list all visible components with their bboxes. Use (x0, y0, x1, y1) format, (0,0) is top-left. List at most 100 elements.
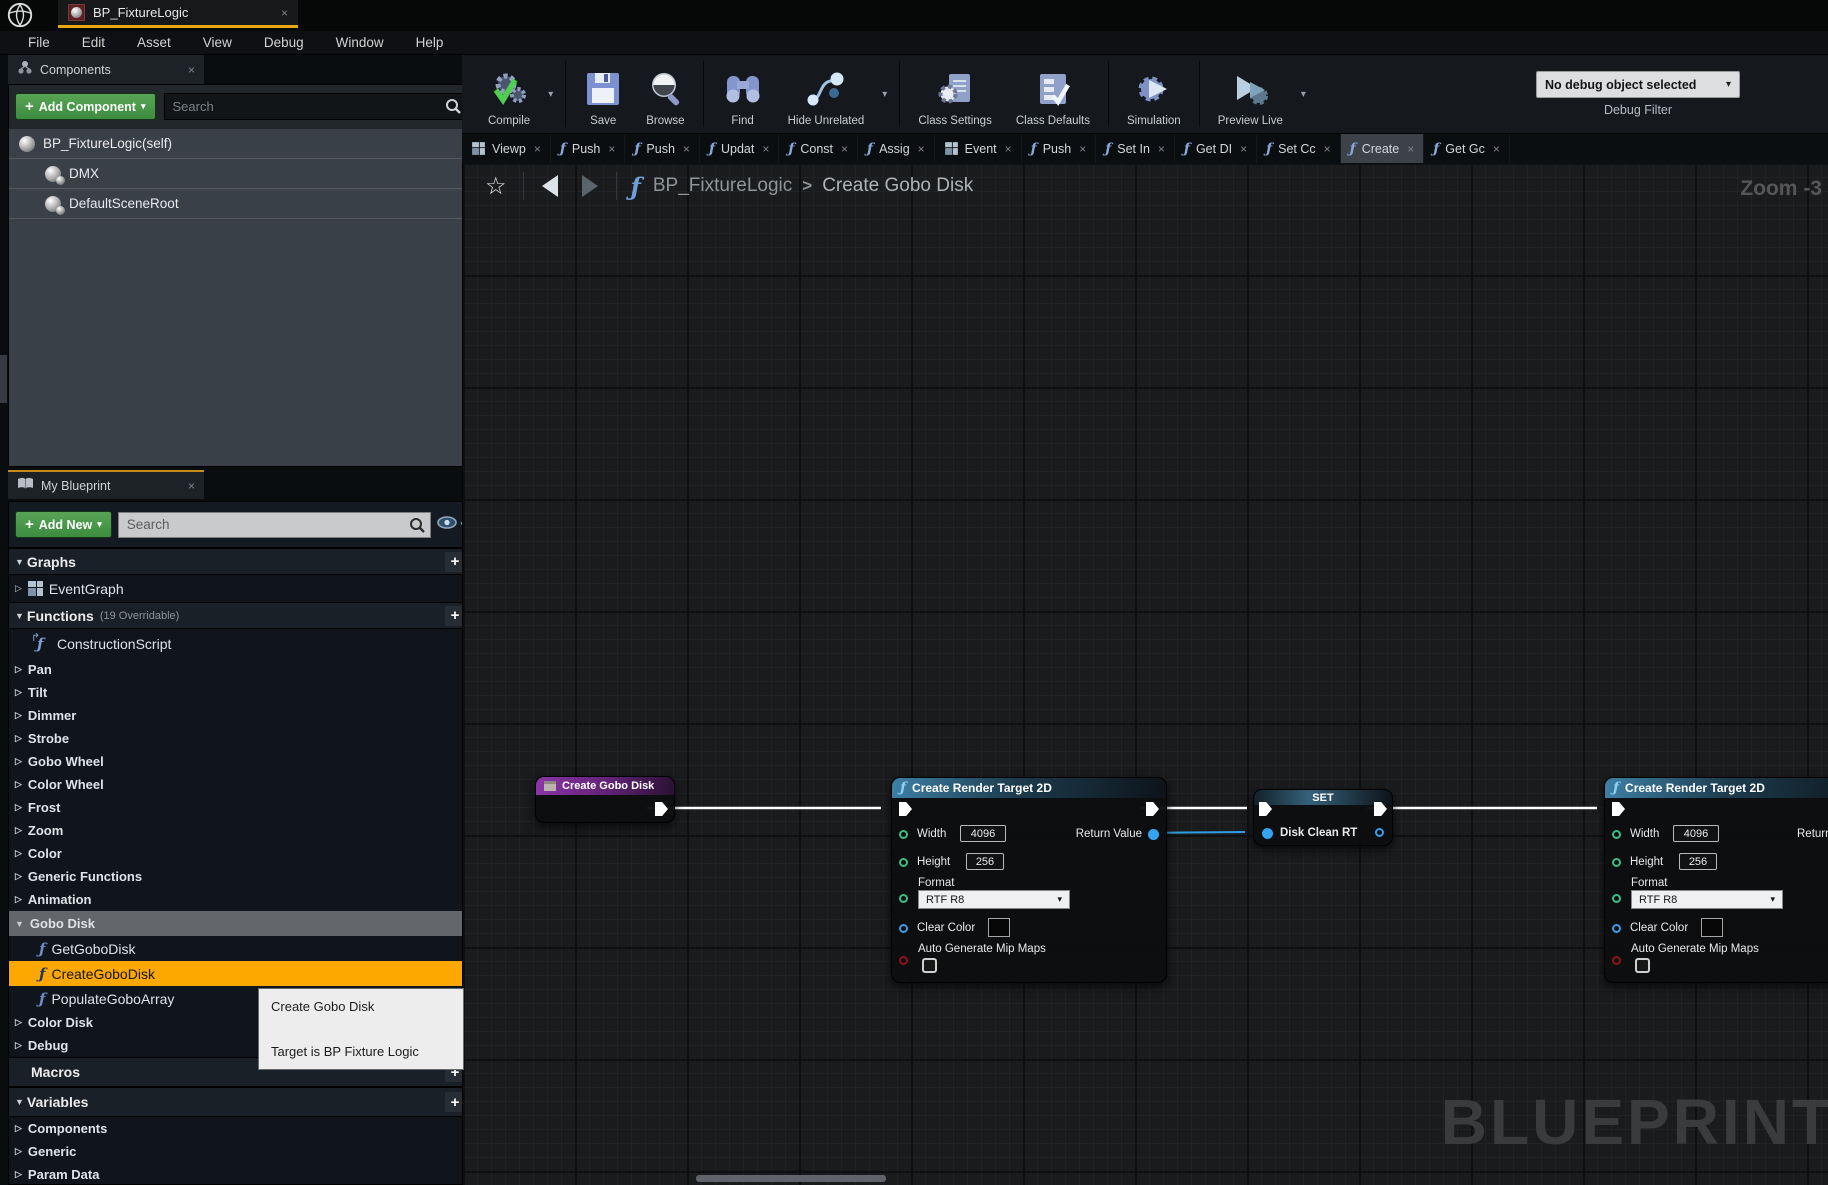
close-icon[interactable]: × (1493, 142, 1500, 156)
category-color-wheel[interactable]: ▷Color Wheel (9, 773, 473, 796)
list-item-eventgraph[interactable]: ▷ EventGraph (9, 575, 473, 602)
node-create-gobo-disk[interactable]: Create Gobo Disk (535, 776, 675, 823)
tree-row-self[interactable]: BP_FixtureLogic(self) (9, 129, 473, 159)
menu-file[interactable]: File (12, 35, 66, 50)
category-strobe[interactable]: ▷Strobe (9, 727, 473, 750)
collapsed-arrow-icon[interactable]: ▷ (15, 583, 22, 594)
section-functions[interactable]: ▼ Functions (19 Overridable) + (9, 602, 473, 629)
graph-tab-get-di[interactable]: ƒGet DI× (1175, 134, 1257, 163)
menu-debug[interactable]: Debug (248, 35, 320, 50)
format-dropdown[interactable]: RTF R8 ▾ (918, 890, 1070, 909)
exec-in-pin[interactable] (899, 802, 912, 816)
menu-edit[interactable]: Edit (66, 35, 121, 50)
exec-out-pin[interactable] (655, 802, 668, 816)
node-header[interactable]: ƒ Create Render Target 2D (1605, 778, 1828, 798)
graph-tab-set-in[interactable]: ƒSet In× (1096, 134, 1175, 163)
hide-unrelated-caret[interactable]: ▾ (876, 89, 893, 100)
graph-tab-create-active[interactable]: ƒCreate× (1341, 134, 1425, 163)
category-gobo-wheel[interactable]: ▷Gobo Wheel (9, 750, 473, 773)
close-icon[interactable]: × (683, 142, 690, 156)
format-pin[interactable] (899, 894, 908, 903)
close-icon[interactable]: × (762, 142, 769, 156)
category-frost[interactable]: ▷Frost (9, 796, 473, 819)
category-animation[interactable]: ▷Animation (9, 888, 473, 911)
graph-tab-set-co[interactable]: ƒSet Cc× (1257, 134, 1341, 163)
components-search-input[interactable] (164, 93, 467, 120)
close-icon[interactable]: × (1079, 142, 1086, 156)
category-zoom[interactable]: ▷Zoom (9, 819, 473, 842)
width-pin[interactable] (1612, 830, 1621, 839)
width-value-input[interactable]: 4096 (960, 825, 1006, 842)
width-pin[interactable] (899, 830, 908, 839)
graph-tab-assign[interactable]: ƒAssig× (858, 134, 935, 163)
mipmaps-checkbox[interactable] (1635, 958, 1650, 973)
section-graphs[interactable]: ▼ Graphs + (9, 548, 473, 575)
set-value-pin[interactable] (1262, 828, 1273, 839)
menu-help[interactable]: Help (400, 35, 460, 50)
compile-button[interactable]: Compile (476, 55, 542, 133)
format-pin[interactable] (1612, 894, 1621, 903)
menu-window[interactable]: Window (320, 35, 400, 50)
graph-tab-const[interactable]: ƒConst× (779, 134, 858, 163)
tab-components[interactable]: Components × (8, 55, 204, 84)
set-output-pin[interactable] (1375, 828, 1384, 837)
category-pan[interactable]: ▷Pan (9, 658, 473, 681)
favorite-star-icon[interactable]: ☆ (475, 172, 517, 201)
graph-tab-viewport[interactable]: Viewp× (462, 134, 551, 163)
mipmaps-pin[interactable] (899, 956, 908, 965)
hide-unrelated-button[interactable]: Hide Unrelated (776, 55, 877, 133)
close-icon[interactable]: × (918, 142, 925, 156)
variables-category-components[interactable]: ▷Components (9, 1117, 473, 1140)
clear-color-pin[interactable] (1612, 924, 1621, 933)
close-icon[interactable]: × (281, 6, 288, 20)
tab-my-blueprint[interactable]: My Blueprint × (8, 470, 204, 499)
category-color[interactable]: ▷Color (9, 842, 473, 865)
variables-category-generic[interactable]: ▷Generic (9, 1140, 473, 1163)
node-header[interactable]: SET (1254, 790, 1392, 805)
class-defaults-button[interactable]: Class Defaults (1004, 55, 1102, 133)
close-icon[interactable]: × (1324, 142, 1331, 156)
height-value-input[interactable]: 256 (1679, 853, 1717, 870)
height-pin[interactable] (899, 858, 908, 867)
find-button[interactable]: Find (710, 55, 776, 133)
blueprint-graph-canvas[interactable]: ☆ ƒ BP_FixtureLogic > Create Gobo Disk Z… (462, 163, 1828, 1185)
height-value-input[interactable]: 256 (966, 853, 1004, 870)
node-header[interactable]: Create Gobo Disk (536, 777, 674, 795)
mipmaps-checkbox[interactable] (922, 958, 937, 973)
function-create-gobo-disk-selected[interactable]: ƒ CreateGoboDisk (9, 961, 473, 986)
forward-arrow-icon[interactable] (582, 175, 598, 197)
return-value-pin[interactable] (1148, 829, 1159, 840)
back-arrow-icon[interactable] (542, 175, 558, 197)
breadcrumb-blueprint[interactable]: BP_FixtureLogic (653, 175, 792, 197)
width-value-input[interactable]: 4096 (1673, 825, 1719, 842)
simulation-button[interactable]: Simulation (1115, 55, 1193, 133)
graph-tab-push-2[interactable]: ƒPush× (625, 134, 700, 163)
breadcrumb-function[interactable]: Create Gobo Disk (822, 175, 973, 197)
compile-options-caret[interactable]: ▾ (542, 89, 559, 100)
collapsed-drawer-handle[interactable] (0, 355, 7, 403)
save-button[interactable]: Save (572, 55, 634, 133)
category-gobo-disk[interactable]: ▼ Gobo Disk (9, 911, 473, 936)
close-icon[interactable]: × (1158, 142, 1165, 156)
variables-category-param-data[interactable]: ▷Param Data (9, 1163, 473, 1185)
node-header[interactable]: ƒ Create Render Target 2D (892, 778, 1166, 798)
node-create-render-target-2d-1[interactable]: ƒ Create Render Target 2D Width 4096 Hei… (891, 777, 1167, 983)
category-dimmer[interactable]: ▷Dimmer (9, 704, 473, 727)
browse-button[interactable]: Browse (634, 55, 696, 133)
node-set-disk-clean-rt[interactable]: SET Disk Clean RT (1253, 789, 1393, 846)
tree-row-dmx[interactable]: DMX (9, 159, 473, 189)
node-create-render-target-2d-2[interactable]: ƒ Create Render Target 2D Width 4096 Hei… (1604, 777, 1828, 983)
graph-tab-push-1[interactable]: ƒPush× (551, 134, 626, 163)
category-generic-functions[interactable]: ▷Generic Functions (9, 865, 473, 888)
debug-object-select[interactable]: No debug object selected ▾ (1536, 71, 1740, 98)
close-icon[interactable]: × (841, 142, 848, 156)
graph-tab-get-go[interactable]: ƒGet Gc× (1424, 134, 1510, 163)
tree-row-scene-root[interactable]: DefaultSceneRoot (9, 189, 473, 219)
graph-tab-update[interactable]: ƒUpdat× (700, 134, 779, 163)
close-icon[interactable]: × (1005, 142, 1012, 156)
my-blueprint-search-input[interactable] (118, 512, 432, 538)
section-variables[interactable]: ▼ Variables + (9, 1087, 473, 1117)
close-icon[interactable]: × (608, 142, 615, 156)
exec-out-pin[interactable] (1146, 802, 1159, 816)
add-new-button[interactable]: + Add New ▾ (15, 511, 112, 538)
